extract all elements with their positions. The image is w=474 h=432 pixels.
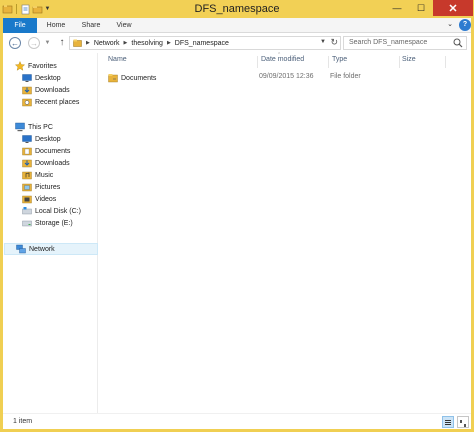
nav-favorites-label: Favorites bbox=[28, 62, 57, 70]
recent-locations-chevron-icon[interactable]: ▼ bbox=[44, 37, 51, 49]
column-header-date-modified[interactable]: Date modified bbox=[261, 56, 329, 68]
computer-icon bbox=[15, 122, 25, 132]
nav-item-desktop[interactable]: Desktop bbox=[22, 72, 61, 84]
address-bar[interactable]: ▶ Network ▶ thesolving ▶ DFS_namespace ▼… bbox=[69, 36, 341, 50]
breadcrumb-dfs-namespace[interactable]: DFS_namespace bbox=[175, 40, 229, 47]
details-view-button[interactable] bbox=[442, 416, 454, 428]
nav-item-storage[interactable]: Storage (E:) bbox=[22, 217, 73, 229]
expand-ribbon-chevron-icon[interactable]: ⌄ bbox=[445, 20, 455, 30]
recent-places-icon bbox=[22, 98, 32, 107]
table-row[interactable]: Documents 09/09/2015 12:36 File folder bbox=[103, 72, 443, 84]
downloads-icon bbox=[22, 159, 32, 168]
close-button[interactable]: ✕ bbox=[433, 0, 473, 16]
refresh-icon[interactable]: ↻ bbox=[330, 37, 338, 48]
breadcrumb-separator-icon[interactable]: ▶ bbox=[167, 40, 171, 46]
ribbon-tabs: File Home Share View ⌄ ? bbox=[3, 18, 471, 33]
breadcrumb-thesolving[interactable]: thesolving bbox=[131, 40, 163, 47]
status-bar: 1 item bbox=[3, 413, 471, 429]
nav-item-local-disk[interactable]: Local Disk (C:) bbox=[22, 205, 81, 217]
navigation-bar: ← → ▼ ↑ ▶ Network ▶ thesolving ▶ DFS_nam… bbox=[3, 33, 471, 53]
nav-item-pictures[interactable]: Pictures bbox=[22, 181, 60, 193]
back-button[interactable]: ← bbox=[9, 37, 21, 49]
content-area: Favorites Desktop Downloads Recent place… bbox=[3, 52, 471, 413]
item-count: 1 item bbox=[13, 418, 33, 425]
network-folder-icon bbox=[108, 74, 118, 83]
tab-view[interactable]: View bbox=[110, 18, 138, 33]
explorer-window: ▼ DFS_namespace — ☐ ✕ File Home Share Vi… bbox=[0, 0, 474, 432]
address-history-chevron-icon[interactable]: ▼ bbox=[320, 39, 326, 45]
breadcrumb-separator-icon[interactable]: ▶ bbox=[124, 40, 128, 46]
search-icon[interactable] bbox=[453, 38, 463, 48]
nav-item-label: Storage (E:) bbox=[35, 219, 73, 227]
minimize-button[interactable]: — bbox=[385, 0, 409, 16]
column-header-name[interactable]: Name bbox=[108, 56, 258, 68]
pictures-icon bbox=[22, 183, 32, 192]
nav-item-videos[interactable]: Videos bbox=[22, 193, 56, 205]
large-icons-view-button[interactable] bbox=[457, 416, 469, 428]
nav-item-label: Recent places bbox=[35, 98, 80, 106]
nav-this-pc-label: This PC bbox=[28, 123, 53, 131]
forward-button[interactable]: → bbox=[28, 37, 40, 49]
tab-home[interactable]: Home bbox=[40, 18, 72, 33]
star-icon bbox=[15, 61, 25, 71]
nav-network[interactable]: Network bbox=[4, 243, 98, 255]
nav-item-downloads[interactable]: Downloads bbox=[22, 157, 70, 169]
nav-item-label: Music bbox=[35, 171, 54, 179]
nav-favorites[interactable]: Favorites bbox=[15, 60, 57, 72]
nav-item-recent-places[interactable]: Recent places bbox=[22, 96, 79, 108]
file-date-modified: 09/09/2015 12:36 bbox=[259, 73, 314, 80]
videos-icon bbox=[22, 195, 32, 204]
file-name-cell: Documents bbox=[108, 73, 156, 83]
search-input[interactable]: Search DFS_namespace bbox=[343, 36, 467, 50]
window-controls: — ☐ ✕ bbox=[385, 0, 473, 16]
nav-item-documents[interactable]: Documents bbox=[22, 145, 70, 157]
nav-item-label: Pictures bbox=[35, 183, 61, 191]
drive-icon bbox=[22, 220, 32, 227]
windows-drive-icon bbox=[22, 207, 32, 215]
nav-this-pc[interactable]: This PC bbox=[15, 121, 53, 133]
nav-network-label: Network bbox=[29, 245, 55, 253]
column-header-size[interactable]: Size bbox=[402, 56, 446, 68]
desktop-icon bbox=[22, 135, 32, 143]
help-icon[interactable]: ? bbox=[459, 19, 471, 31]
tab-file[interactable]: File bbox=[3, 18, 37, 33]
nav-item-label: Local Disk (C:) bbox=[35, 207, 81, 215]
up-button[interactable]: ↑ bbox=[57, 37, 67, 49]
nav-item-label: Downloads bbox=[35, 159, 70, 167]
breadcrumb-network[interactable]: Network bbox=[94, 40, 120, 47]
nav-item-desktop[interactable]: Desktop bbox=[22, 133, 61, 145]
column-headers: ⌃ Name Date modified Type Size bbox=[99, 52, 471, 68]
navigation-pane: Favorites Desktop Downloads Recent place… bbox=[3, 53, 98, 413]
desktop-icon bbox=[22, 74, 32, 82]
nav-item-downloads[interactable]: Downloads bbox=[22, 84, 70, 96]
breadcrumb-separator-icon[interactable]: ▶ bbox=[86, 40, 90, 46]
downloads-icon bbox=[22, 86, 32, 95]
title-bar: ▼ DFS_namespace — ☐ ✕ bbox=[0, 0, 474, 18]
network-icon bbox=[16, 244, 26, 254]
file-name: Documents bbox=[121, 74, 157, 82]
column-header-type[interactable]: Type bbox=[332, 56, 400, 68]
nav-item-label: Desktop bbox=[35, 135, 61, 143]
nav-item-label: Downloads bbox=[35, 86, 70, 94]
nav-item-label: Documents bbox=[35, 147, 71, 155]
network-location-icon bbox=[73, 39, 82, 47]
music-icon bbox=[22, 171, 32, 180]
nav-item-label: Desktop bbox=[35, 74, 61, 82]
documents-icon bbox=[22, 147, 32, 156]
nav-item-music[interactable]: Music bbox=[22, 169, 53, 181]
maximize-button[interactable]: ☐ bbox=[409, 0, 433, 16]
search-placeholder: Search DFS_namespace bbox=[349, 39, 428, 46]
tab-share[interactable]: Share bbox=[75, 18, 107, 33]
file-type: File folder bbox=[330, 73, 361, 80]
nav-item-label: Videos bbox=[35, 195, 57, 203]
